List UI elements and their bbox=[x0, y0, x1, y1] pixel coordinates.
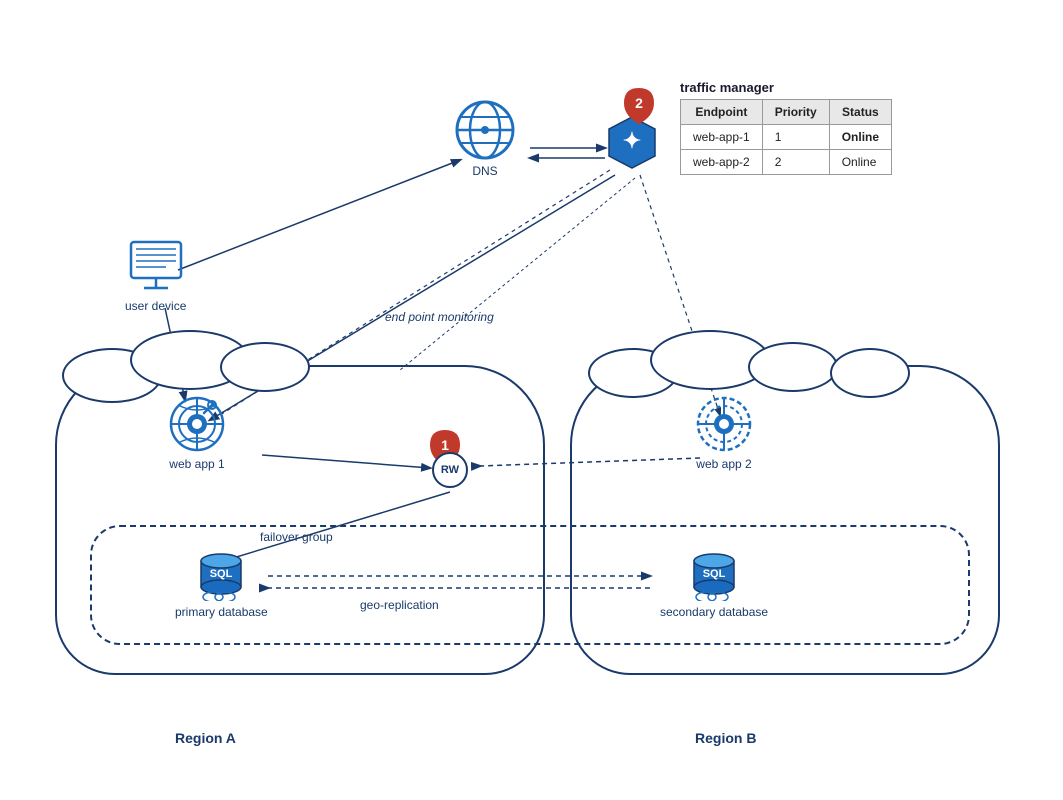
rw-circle: RW bbox=[432, 452, 468, 488]
dns-icon-group: DNS bbox=[455, 100, 515, 178]
svg-text:SQL: SQL bbox=[210, 568, 233, 580]
status-2: Online bbox=[829, 150, 891, 175]
svg-text:SQL: SQL bbox=[703, 568, 726, 580]
priority-2: 2 bbox=[762, 150, 829, 175]
status-1: Online bbox=[829, 125, 891, 150]
web-app-2-label: web app 2 bbox=[696, 457, 751, 471]
table-row: web-app-2 2 Online bbox=[681, 150, 892, 175]
col-priority: Priority bbox=[762, 100, 829, 125]
secondary-db-label: secondary database bbox=[660, 605, 768, 619]
primary-db-label: primary database bbox=[175, 605, 268, 619]
failover-group-label: failover group bbox=[260, 530, 333, 544]
web-app-1-icon bbox=[168, 395, 226, 453]
region-b-label: Region B bbox=[695, 730, 756, 746]
region-a-label: Region A bbox=[175, 730, 236, 746]
endpoint-monitoring-label: end point monitoring bbox=[385, 310, 494, 324]
user-device-icon bbox=[126, 240, 186, 295]
svg-text:1: 1 bbox=[441, 437, 449, 453]
dns-icon bbox=[455, 100, 515, 160]
web-app-2-group: web app 2 bbox=[695, 395, 753, 471]
svg-text:2: 2 bbox=[635, 95, 643, 111]
secondary-db-group: SQL secondary database bbox=[660, 545, 768, 619]
traffic-manager-table-title: traffic manager bbox=[680, 80, 892, 95]
secondary-db-icon: SQL bbox=[686, 545, 742, 601]
web-app-1-label: web app 1 bbox=[169, 457, 224, 471]
rw-label: RW bbox=[441, 464, 459, 476]
col-endpoint: Endpoint bbox=[681, 100, 763, 125]
geo-replication-label: geo-replication bbox=[360, 598, 439, 612]
svg-text:✦: ✦ bbox=[623, 128, 641, 153]
table-row: web-app-1 1 Online bbox=[681, 125, 892, 150]
col-status: Status bbox=[829, 100, 891, 125]
web-app-2-icon bbox=[695, 395, 753, 453]
traffic-manager-table: traffic manager Endpoint Priority Status… bbox=[680, 80, 892, 175]
dns-label: DNS bbox=[472, 164, 497, 178]
user-device-group: user device bbox=[125, 240, 186, 313]
endpoint-2: web-app-2 bbox=[681, 150, 763, 175]
user-device-label: user device bbox=[125, 299, 186, 313]
endpoint-1: web-app-1 bbox=[681, 125, 763, 150]
primary-db-group: SQL primary database bbox=[175, 545, 268, 619]
web-app-1-group: web app 1 bbox=[168, 395, 226, 471]
priority-1: 1 bbox=[762, 125, 829, 150]
tm-data-table: Endpoint Priority Status web-app-1 1 Onl… bbox=[680, 99, 892, 175]
primary-db-icon: SQL bbox=[193, 545, 249, 601]
badge-2: 2 bbox=[624, 88, 654, 129]
architecture-diagram: DNS ✦ 2 traffic manager Endpoint Priorit… bbox=[0, 0, 1063, 800]
